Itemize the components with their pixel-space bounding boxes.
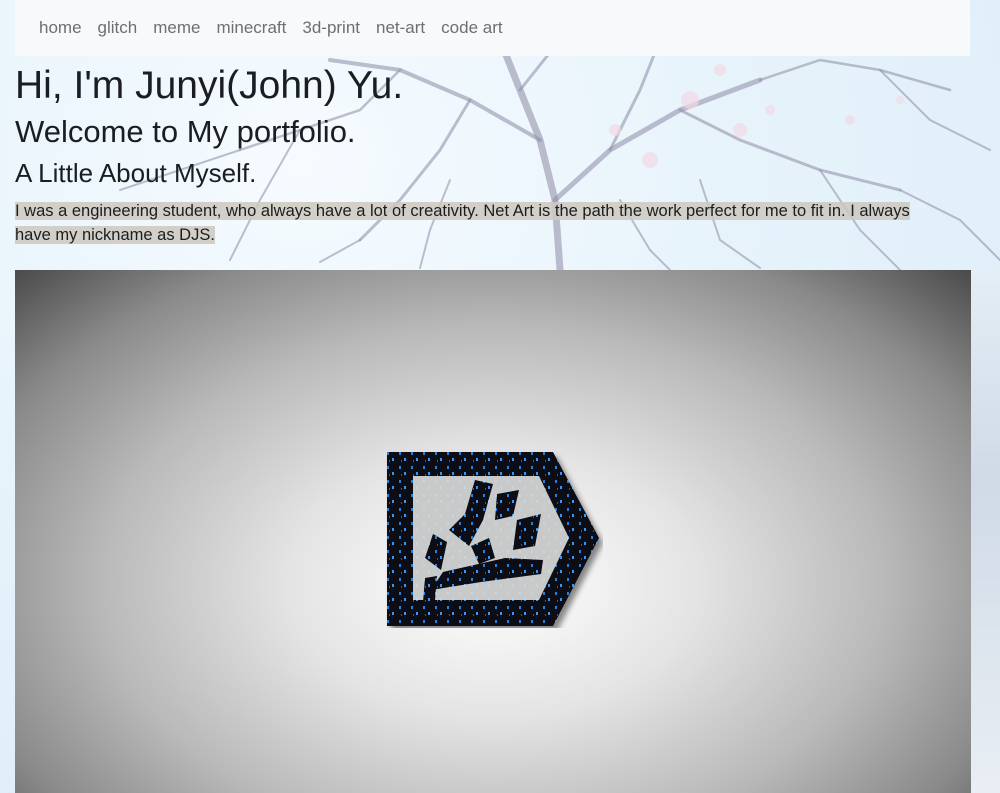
page-subtitle: Welcome to My portfolio. — [15, 114, 356, 149]
bio-paragraph: I was a engineering student, who always … — [15, 199, 950, 247]
top-navbar: home glitch meme minecraft 3d-print net-… — [15, 0, 970, 56]
nav-net-art-link[interactable]: net-art — [376, 18, 425, 38]
nav-minecraft-link[interactable]: minecraft — [216, 18, 286, 38]
nav-glitch-link[interactable]: glitch — [98, 18, 138, 38]
bio-text: I was a engineering student, who always … — [15, 202, 910, 244]
nav-home-link[interactable]: home — [39, 18, 82, 38]
nav-3d-print-link[interactable]: 3d-print — [302, 18, 360, 38]
main-content: Hi, I'm Junyi(John) Yu. Welcome to My po… — [15, 56, 975, 247]
hero-banner — [15, 270, 971, 793]
djs-logo-icon — [387, 452, 599, 626]
nav-code-art-link[interactable]: code art — [441, 18, 502, 38]
page-title: Hi, I'm Junyi(John) Yu. — [15, 64, 404, 107]
nav-meme-link[interactable]: meme — [153, 18, 200, 38]
about-heading: A Little About Myself. — [15, 158, 257, 188]
background-scenery-edge — [971, 270, 1000, 793]
